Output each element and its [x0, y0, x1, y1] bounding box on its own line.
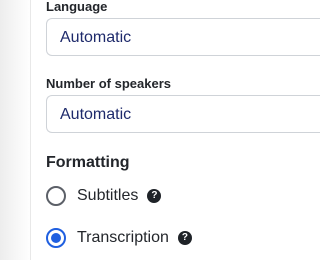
- transcription-option[interactable]: Transcription ?: [46, 227, 192, 249]
- speakers-label: Number of speakers: [46, 76, 171, 91]
- subtitles-option[interactable]: Subtitles ?: [46, 185, 162, 207]
- subtitles-radio[interactable]: [46, 186, 66, 206]
- transcription-settings-panel: Language Automatic Number of speakers Au…: [0, 0, 320, 260]
- transcription-label: Transcription: [77, 229, 169, 246]
- speakers-select[interactable]: Automatic: [46, 95, 320, 133]
- question-circle-icon[interactable]: ?: [147, 189, 162, 203]
- language-select[interactable]: Automatic: [46, 18, 320, 56]
- panel-shadow: [0, 0, 31, 260]
- transcription-radio[interactable]: [46, 228, 66, 248]
- language-select-value: Automatic: [60, 29, 132, 46]
- language-label: Language: [46, 0, 108, 14]
- panel-edge: [30, 0, 31, 260]
- speakers-select-value: Automatic: [60, 106, 132, 123]
- formatting-heading: Formatting: [46, 154, 130, 171]
- question-circle-icon[interactable]: ?: [177, 231, 192, 245]
- subtitles-label: Subtitles: [77, 187, 139, 204]
